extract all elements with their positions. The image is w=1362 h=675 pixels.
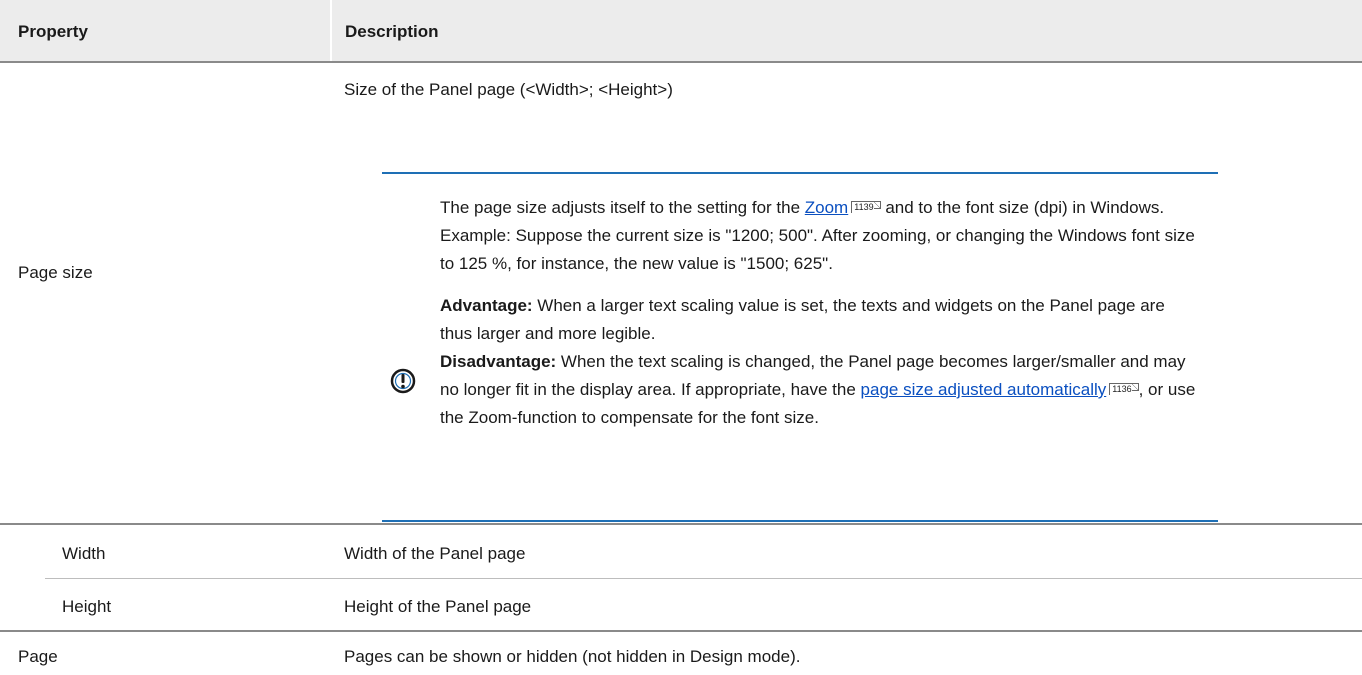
advantage-text: When a larger text scaling value is set,… [440,296,1165,343]
table-header: Property Description [0,0,1362,63]
description-column-header: Description [345,22,439,41]
note-advantage: Advantage: When a larger text scaling va… [440,292,1200,348]
height-description: Height of the Panel page [344,597,532,616]
height-property: Height [62,597,112,616]
disadvantage-label: Disadvantage: [440,352,557,371]
note-disadvantage: Disadvantage: When the text scaling is c… [440,348,1200,432]
width-property: Width [62,544,106,563]
zoom-page-ref[interactable]: 1139 [851,201,881,213]
row-divider [0,523,1362,525]
note-intro-text-end: and to the font size (dpi) in Windows. [880,198,1165,217]
note-example: Example: Suppose the current size is "12… [440,226,1195,273]
exclamation-circle-icon [390,368,416,394]
zoom-link[interactable]: Zoom [805,198,848,217]
advantage-label: Advantage: [440,296,533,315]
note-box: The page size adjusts itself to the sett… [382,172,1218,522]
header-column-divider [330,0,332,61]
page-description: Pages can be shown or hidden (not hidden… [344,647,801,666]
width-description: Width of the Panel page [344,544,526,563]
note-text: The page size adjusts itself to the sett… [440,194,1200,432]
row-divider [0,630,1362,632]
sub-row-divider [45,578,1362,579]
property-column-header: Property [18,22,88,41]
auto-page-ref[interactable]: 1136 [1109,383,1139,395]
page-size-description: Size of the Panel page (<Width>; <Height… [344,80,673,99]
page-size-property: Page size [18,263,93,282]
note-intro: The page size adjusts itself to the sett… [440,194,1200,222]
page-size-auto-link[interactable]: page size adjusted automatically [861,380,1107,399]
page-property: Page [18,647,58,666]
note-intro-text: The page size adjusts itself to the sett… [440,198,805,217]
